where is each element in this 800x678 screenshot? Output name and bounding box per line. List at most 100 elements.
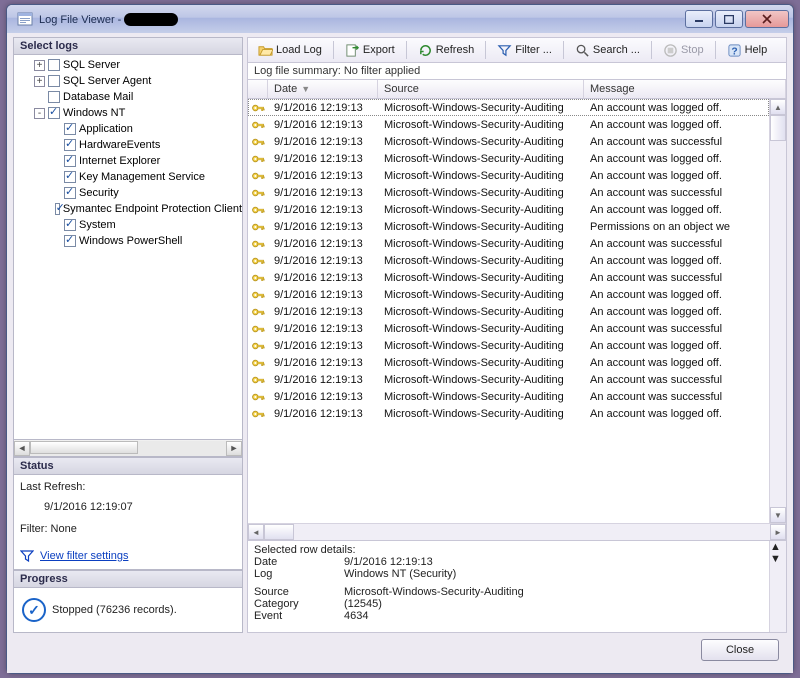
cell-source: Microsoft-Windows-Security-Auditing [378, 272, 584, 284]
table-row[interactable]: 9/1/2016 12:19:13Microsoft-Windows-Secur… [248, 201, 769, 218]
checkbox[interactable] [55, 203, 60, 215]
tree-item-label: SQL Server [63, 59, 120, 71]
cell-date: 9/1/2016 12:19:13 [268, 153, 378, 165]
titlebar[interactable]: Log File Viewer - [7, 5, 793, 33]
checkbox[interactable] [64, 139, 76, 151]
checkbox[interactable] [48, 91, 60, 103]
window-close-button[interactable] [745, 10, 789, 28]
table-row[interactable]: 9/1/2016 12:19:13Microsoft-Windows-Secur… [248, 405, 769, 422]
cell-source: Microsoft-Windows-Security-Auditing [378, 289, 584, 301]
checkbox[interactable] [64, 187, 76, 199]
table-row[interactable]: 9/1/2016 12:19:13Microsoft-Windows-Secur… [248, 133, 769, 150]
cell-message: An account was successful [584, 391, 769, 403]
table-row[interactable]: 9/1/2016 12:19:13Microsoft-Windows-Secur… [248, 167, 769, 184]
table-row[interactable]: 9/1/2016 12:19:13Microsoft-Windows-Secur… [248, 184, 769, 201]
checkbox[interactable] [64, 123, 76, 135]
col-date[interactable]: Date▼ [268, 80, 378, 98]
expand-icon[interactable]: + [34, 60, 45, 71]
tree-item[interactable]: HardwareEvents [14, 137, 242, 153]
grid-scroll-right-button[interactable]: ► [770, 524, 786, 540]
cell-source: Microsoft-Windows-Security-Auditing [378, 102, 584, 114]
cell-message: An account was successful [584, 187, 769, 199]
stop-icon [663, 43, 678, 58]
tree-item[interactable]: Internet Explorer [14, 153, 242, 169]
table-row[interactable]: 9/1/2016 12:19:13Microsoft-Windows-Secur… [248, 116, 769, 133]
detail-source-label: Source [254, 586, 344, 598]
tree-item[interactable]: + SQL Server Agent [14, 73, 242, 89]
checkbox[interactable] [64, 171, 76, 183]
table-row[interactable]: 9/1/2016 12:19:13Microsoft-Windows-Secur… [248, 354, 769, 371]
help-button[interactable]: ?Help [721, 40, 774, 61]
cell-message: Permissions on an object we [584, 221, 769, 233]
minimize-button[interactable] [685, 10, 713, 28]
table-row[interactable]: 9/1/2016 12:19:13Microsoft-Windows-Secur… [248, 371, 769, 388]
collapse-icon[interactable]: - [34, 108, 45, 119]
checkbox[interactable] [48, 107, 60, 119]
col-icon[interactable] [248, 80, 268, 98]
details-vscrollbar[interactable]: ▲ ▼ [769, 541, 786, 632]
scroll-right-button[interactable]: ► [226, 441, 242, 456]
tree-item-label: SQL Server Agent [63, 75, 151, 87]
export-button[interactable]: Export [339, 40, 401, 61]
stop-button: Stop [657, 40, 710, 61]
scroll-left-button[interactable]: ◄ [14, 441, 30, 456]
tree-item[interactable]: Key Management Service [14, 169, 242, 185]
scroll-down-button[interactable]: ▼ [770, 507, 786, 523]
checkbox[interactable] [64, 219, 76, 231]
close-button[interactable]: Close [701, 639, 779, 661]
table-row[interactable]: 9/1/2016 12:19:13Microsoft-Windows-Secur… [248, 99, 769, 116]
expand-icon[interactable]: + [34, 76, 45, 87]
col-message[interactable]: Message [584, 80, 786, 98]
search-button[interactable]: Search ... [569, 40, 646, 61]
table-row[interactable]: 9/1/2016 12:19:13Microsoft-Windows-Secur… [248, 235, 769, 252]
grid-scroll-left-button[interactable]: ◄ [248, 524, 264, 540]
grid-hscrollbar[interactable]: ◄ ► [248, 523, 786, 540]
col-source[interactable]: Source [378, 80, 584, 98]
table-row[interactable]: 9/1/2016 12:19:13Microsoft-Windows-Secur… [248, 286, 769, 303]
grid-body[interactable]: 9/1/2016 12:19:13Microsoft-Windows-Secur… [248, 99, 769, 523]
load-log-button[interactable]: Load Log [252, 40, 328, 61]
checkbox[interactable] [48, 59, 60, 71]
scroll-up-button[interactable]: ▲ [770, 99, 786, 115]
tree-item[interactable]: Symantec Endpoint Protection Client [14, 201, 242, 217]
table-row[interactable]: 9/1/2016 12:19:13Microsoft-Windows-Secur… [248, 269, 769, 286]
maximize-button[interactable] [715, 10, 743, 28]
hscroll-thumb[interactable] [30, 441, 138, 454]
cell-message: An account was logged off. [584, 340, 769, 352]
vscroll-thumb[interactable] [770, 115, 786, 141]
table-row[interactable]: 9/1/2016 12:19:13Microsoft-Windows-Secur… [248, 218, 769, 235]
tree-item[interactable]: + SQL Server [14, 57, 242, 73]
tree-hscrollbar[interactable]: ◄ ► [13, 440, 243, 457]
key-icon [248, 186, 268, 200]
checkbox[interactable] [48, 75, 60, 87]
table-row[interactable]: 9/1/2016 12:19:13Microsoft-Windows-Secur… [248, 320, 769, 337]
view-filter-settings-link[interactable]: View filter settings [40, 550, 128, 562]
tree-item[interactable]: Database Mail [14, 89, 242, 105]
details-scroll-up[interactable]: ▲ [770, 541, 786, 553]
export-icon [345, 43, 360, 58]
table-row[interactable]: 9/1/2016 12:19:13Microsoft-Windows-Secur… [248, 388, 769, 405]
tree-item[interactable]: Security [14, 185, 242, 201]
table-row[interactable]: 9/1/2016 12:19:13Microsoft-Windows-Secur… [248, 150, 769, 167]
refresh-button[interactable]: Refresh [412, 40, 481, 61]
tree-item[interactable]: System [14, 217, 242, 233]
table-row[interactable]: 9/1/2016 12:19:13Microsoft-Windows-Secur… [248, 252, 769, 269]
tree-item[interactable]: -Windows NT [14, 105, 242, 121]
details-scroll-down[interactable]: ▼ [770, 553, 786, 565]
checkbox[interactable] [64, 235, 76, 247]
cell-date: 9/1/2016 12:19:13 [268, 289, 378, 301]
log-source-tree[interactable]: + SQL Server + SQL Server Agent Database Mai… [13, 55, 243, 440]
grid-vscrollbar[interactable]: ▲ ▼ [769, 99, 786, 523]
grid-header: Date▼ Source Message [248, 80, 786, 99]
tree-item[interactable]: Windows PowerShell [14, 233, 242, 249]
detail-log-label: Log [254, 568, 344, 580]
cell-message: An account was logged off. [584, 289, 769, 301]
tree-item[interactable]: Application [14, 121, 242, 137]
table-row[interactable]: 9/1/2016 12:19:13Microsoft-Windows-Secur… [248, 337, 769, 354]
table-row[interactable]: 9/1/2016 12:19:13Microsoft-Windows-Secur… [248, 303, 769, 320]
checkbox[interactable] [64, 155, 76, 167]
grid-hscroll-thumb[interactable] [264, 524, 294, 540]
cell-source: Microsoft-Windows-Security-Auditing [378, 119, 584, 131]
progress-header: Progress [13, 570, 243, 588]
filter-button[interactable]: Filter ... [491, 40, 558, 61]
